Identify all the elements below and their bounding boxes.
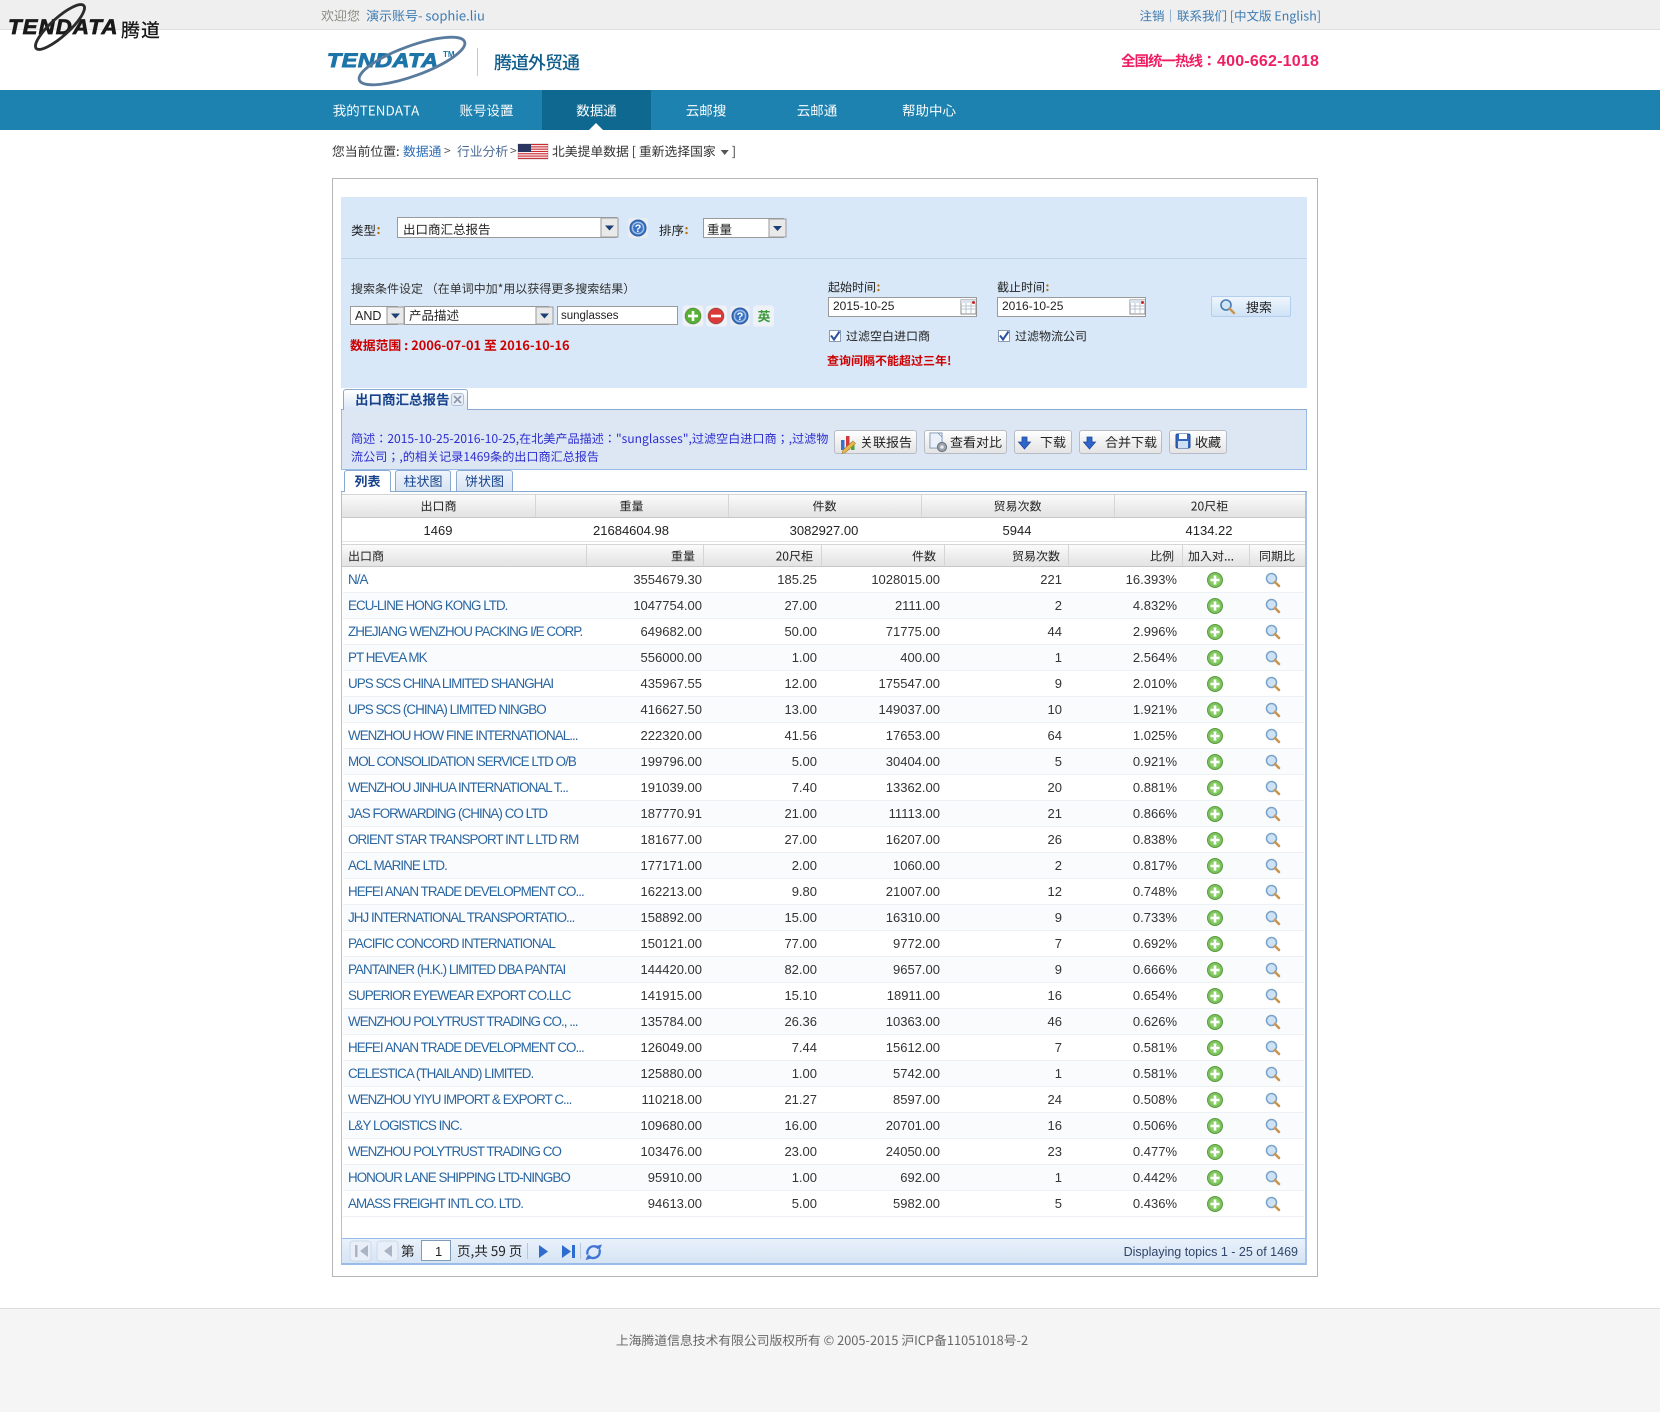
- svg-text:?: ?: [737, 311, 744, 323]
- svg-text:?: ?: [635, 223, 642, 235]
